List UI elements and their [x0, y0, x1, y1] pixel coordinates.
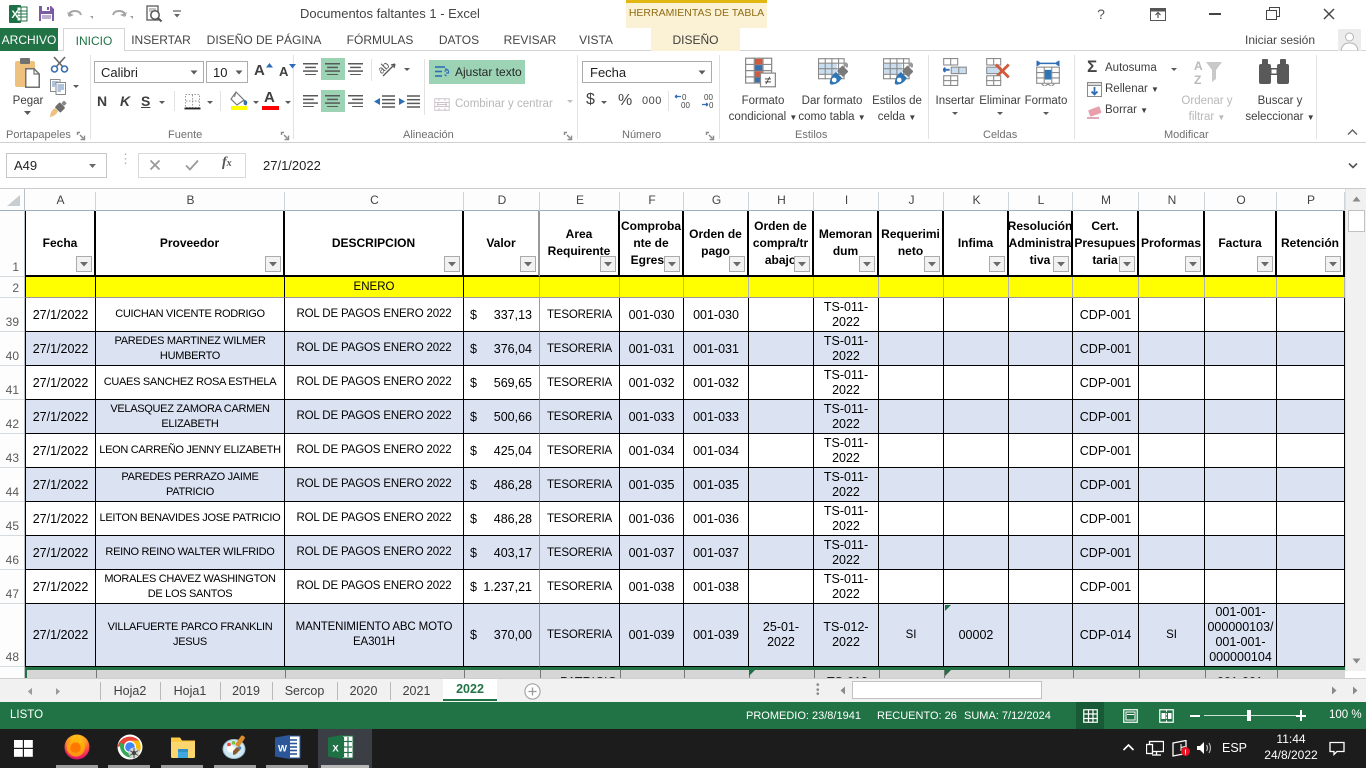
- svg-text:0: 0: [709, 101, 714, 109]
- svg-text:X: X: [332, 744, 339, 755]
- svg-text:≠: ≠: [765, 73, 772, 87]
- svg-text:Z: Z: [1194, 73, 1201, 87]
- svg-text:A: A: [1194, 59, 1203, 73]
- svg-text:00: 00: [681, 101, 690, 109]
- svg-text:W: W: [278, 744, 287, 755]
- svg-text:!: !: [1184, 748, 1187, 757]
